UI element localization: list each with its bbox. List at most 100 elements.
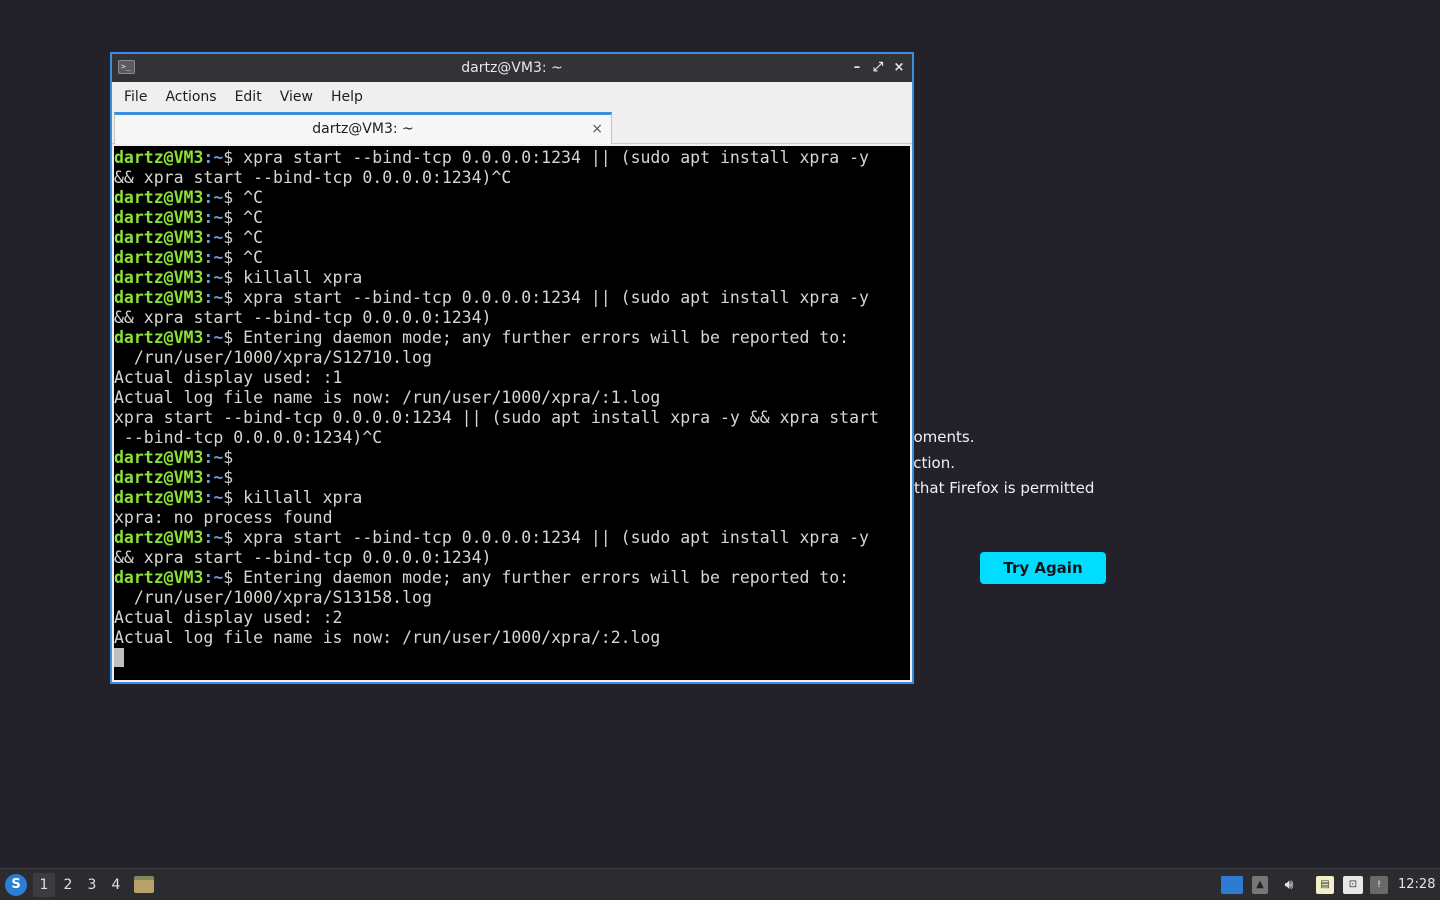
line-text: --bind-tcp 0.0.0.0:1234)^C — [114, 428, 383, 447]
prompt-path: :~ — [203, 568, 224, 587]
terminal-line: dartz@VM3:~$ Entering daemon mode; any f… — [114, 328, 910, 348]
error-message-line-1: noments. — [904, 428, 975, 446]
error-message-line-3: that Firefox is permitted — [914, 479, 1095, 497]
tab-bar: dartz@VM3: ~ × — [112, 112, 912, 144]
line-text: Actual log file name is now: /run/user/1… — [114, 628, 661, 647]
menu-view[interactable]: View — [271, 82, 322, 112]
line-text: $ killall xpra — [223, 268, 363, 287]
taskbar: S 1 2 3 4 ▲ 🔊︎ ▤ ⊡ ! 12:28 — [0, 868, 1440, 900]
terminal-line: xpra: no process found — [114, 508, 910, 528]
line-text: $ ^C — [223, 248, 264, 267]
line-text: Actual display used: :2 — [114, 608, 343, 627]
terminal-line: dartz@VM3:~$ — [114, 448, 910, 468]
clipboard-icon[interactable]: ▤ — [1316, 876, 1334, 894]
prompt-path: :~ — [203, 248, 224, 267]
line-text: $ — [223, 468, 234, 487]
terminal-line: dartz@VM3:~$ killall xpra — [114, 488, 910, 508]
terminal-line: dartz@VM3:~$ ^C — [114, 228, 910, 248]
prompt-user: dartz@VM3 — [114, 528, 204, 547]
line-text: && xpra start --bind-tcp 0.0.0.0:1234) — [114, 548, 492, 567]
line-text: $ xpra start --bind-tcp 0.0.0.0:1234 || … — [223, 148, 869, 167]
network-icon[interactable]: ⊡ — [1343, 876, 1363, 894]
file-manager-icon[interactable] — [134, 876, 154, 893]
line-text: $ Entering daemon mode; any further erro… — [223, 568, 850, 587]
terminal-line: Actual display used: :1 — [114, 368, 910, 388]
screen-icon[interactable] — [1221, 876, 1243, 894]
menu-actions[interactable]: Actions — [156, 82, 225, 112]
terminal-line: Actual log file name is now: /run/user/1… — [114, 628, 910, 648]
tab-close-icon[interactable]: × — [591, 118, 603, 140]
terminal-line: && xpra start --bind-tcp 0.0.0.0:1234) — [114, 308, 910, 328]
workspace-1[interactable]: 1 — [33, 873, 55, 897]
menu-edit[interactable]: Edit — [226, 82, 271, 112]
prompt-path: :~ — [203, 448, 224, 467]
terminal-line: dartz@VM3:~$ ^C — [114, 188, 910, 208]
line-text: $ ^C — [223, 188, 264, 207]
update-notification-icon[interactable]: ! — [1370, 876, 1388, 894]
terminal-cursor — [114, 648, 124, 667]
terminal-line: Actual display used: :2 — [114, 608, 910, 628]
line-text: $ xpra start --bind-tcp 0.0.0.0:1234 || … — [223, 288, 869, 307]
prompt-user: dartz@VM3 — [114, 568, 204, 587]
line-text: xpra: no process found — [114, 508, 333, 527]
terminal-line: dartz@VM3:~$ killall xpra — [114, 268, 910, 288]
eject-icon[interactable]: ▲ — [1252, 876, 1268, 894]
prompt-path: :~ — [203, 208, 224, 227]
line-text: $ killall xpra — [223, 488, 363, 507]
prompt-user: dartz@VM3 — [114, 208, 204, 227]
prompt-user: dartz@VM3 — [114, 468, 204, 487]
line-text: && xpra start --bind-tcp 0.0.0.0:1234)^C — [114, 168, 512, 187]
terminal-line: Actual log file name is now: /run/user/1… — [114, 388, 910, 408]
clock: 12:28 — [1398, 877, 1436, 892]
close-button[interactable]: × — [890, 58, 908, 78]
terminal-line: xpra start --bind-tcp 0.0.0.0:1234 || (s… — [114, 408, 910, 428]
start-menu-icon[interactable]: S — [5, 874, 27, 896]
tab-terminal[interactable]: dartz@VM3: ~ × — [114, 112, 612, 144]
terminal-line: dartz@VM3:~$ xpra start --bind-tcp 0.0.0… — [114, 528, 910, 548]
prompt-path: :~ — [203, 468, 224, 487]
menu-file[interactable]: File — [115, 82, 156, 112]
menu-help[interactable]: Help — [322, 82, 372, 112]
prompt-path: :~ — [203, 328, 224, 347]
line-text: $ xpra start --bind-tcp 0.0.0.0:1234 || … — [223, 528, 869, 547]
prompt-user: dartz@VM3 — [114, 288, 204, 307]
prompt-user: dartz@VM3 — [114, 148, 204, 167]
prompt-path: :~ — [203, 148, 224, 167]
prompt-path: :~ — [203, 488, 224, 507]
line-text: $ Entering daemon mode; any further erro… — [223, 328, 850, 347]
volume-icon[interactable]: 🔊︎ — [1279, 876, 1299, 894]
workspace-2[interactable]: 2 — [57, 873, 79, 897]
line-text: /run/user/1000/xpra/S13158.log — [114, 588, 432, 607]
line-text: $ ^C — [223, 228, 264, 247]
workspace-4[interactable]: 4 — [105, 873, 127, 897]
terminal-line: dartz@VM3:~$ ^C — [114, 248, 910, 268]
terminal-line: dartz@VM3:~$ ^C — [114, 208, 910, 228]
terminal-line: && xpra start --bind-tcp 0.0.0.0:1234)^C — [114, 168, 910, 188]
prompt-path: :~ — [203, 228, 224, 247]
try-again-button[interactable]: Try Again — [980, 552, 1106, 584]
terminal-line: dartz@VM3:~$ — [114, 468, 910, 488]
line-text: Actual display used: :1 — [114, 368, 343, 387]
prompt-user: dartz@VM3 — [114, 228, 204, 247]
workspace-3[interactable]: 3 — [81, 873, 103, 897]
cursor-line — [114, 648, 910, 668]
terminal-output[interactable]: dartz@VM3:~$ xpra start --bind-tcp 0.0.0… — [114, 146, 910, 680]
minimize-button[interactable]: – — [848, 58, 866, 78]
terminal-line: /run/user/1000/xpra/S13158.log — [114, 588, 910, 608]
prompt-path: :~ — [203, 188, 224, 207]
line-text: xpra start --bind-tcp 0.0.0.0:1234 || (s… — [114, 408, 879, 427]
terminal-line: --bind-tcp 0.0.0.0:1234)^C — [114, 428, 910, 448]
prompt-user: dartz@VM3 — [114, 268, 204, 287]
line-text: $ — [223, 448, 234, 467]
terminal-window: >_ dartz@VM3: ~ – ⤢ × File Actions Edit … — [110, 52, 914, 684]
line-text: $ ^C — [223, 208, 264, 227]
maximize-button[interactable]: ⤢ — [869, 58, 887, 78]
window-titlebar[interactable]: >_ dartz@VM3: ~ – ⤢ × — [112, 54, 912, 82]
menubar: File Actions Edit View Help — [112, 82, 912, 112]
prompt-user: dartz@VM3 — [114, 448, 204, 467]
prompt-user: dartz@VM3 — [114, 488, 204, 507]
prompt-path: :~ — [203, 288, 224, 307]
prompt-path: :~ — [203, 268, 224, 287]
terminal-line: && xpra start --bind-tcp 0.0.0.0:1234) — [114, 548, 910, 568]
prompt-user: dartz@VM3 — [114, 248, 204, 267]
